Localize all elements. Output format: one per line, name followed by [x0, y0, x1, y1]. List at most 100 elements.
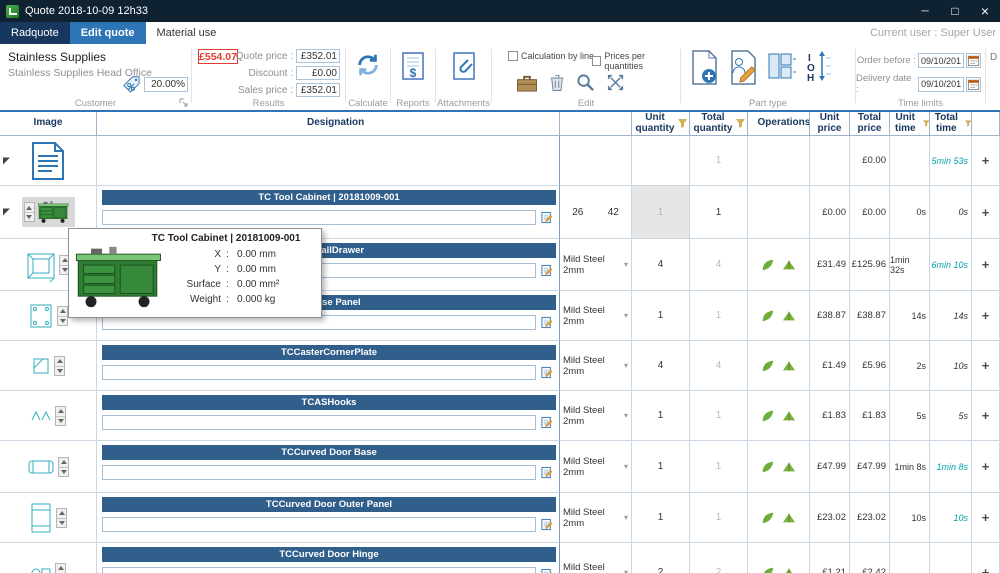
order-before-calendar-button[interactable] — [966, 53, 981, 68]
add-line-cell[interactable] — [972, 441, 1000, 493]
edit-designation-button[interactable] — [539, 414, 555, 430]
tab-material-use[interactable]: Material use — [146, 22, 228, 44]
table-row[interactable]: TCCurved Door Outer Panel Mild Steel 2mm… — [0, 493, 1000, 543]
quantity-stepper[interactable] — [55, 563, 66, 573]
attachments-button[interactable] — [436, 52, 491, 80]
edit-designation-button[interactable] — [539, 209, 555, 225]
order-columns-icon[interactable]: IOH — [806, 50, 832, 82]
toolbox-icon[interactable] — [516, 73, 538, 92]
designation-input[interactable] — [102, 210, 536, 225]
zoom-search-icon[interactable] — [576, 73, 595, 92]
material-cell[interactable]: Mild Steel 2mm — [560, 441, 632, 493]
material-cell[interactable]: Mild Steel 2mm — [560, 341, 632, 391]
assembly-parts-icon[interactable] — [767, 50, 797, 82]
prices-per-quantities-checkbox[interactable]: Prices per quantities — [592, 51, 680, 71]
group-dialog-launcher-icon[interactable] — [179, 98, 188, 107]
table-row[interactable]: 1 £0.00 5min 53s — [0, 136, 1000, 186]
unit-time-header[interactable]: Unit time — [890, 112, 930, 136]
unit-quantity-cell[interactable]: 4 — [632, 239, 690, 291]
delivery-date-input[interactable] — [918, 77, 964, 92]
calculate-button[interactable] — [346, 52, 390, 78]
tree-expander-icon[interactable] — [3, 157, 10, 164]
total-price-header[interactable]: Total price — [850, 112, 890, 136]
expand-arrows-icon[interactable] — [606, 73, 625, 92]
quantity-stepper[interactable] — [57, 306, 68, 326]
designation-input[interactable] — [102, 415, 536, 430]
quantity-stepper[interactable] — [24, 202, 35, 222]
operations-header[interactable]: Operations — [748, 112, 810, 136]
part-type-group: IOH Part type — [681, 44, 855, 110]
add-line-cell[interactable] — [972, 341, 1000, 391]
designation-input[interactable] — [102, 465, 536, 480]
material-cell[interactable]: Mild Steel 2mm — [560, 493, 632, 543]
table-row[interactable]: TCCurved Door Base Mild Steel 2mm 1 1 £4… — [0, 441, 1000, 493]
filter-funnel-icon[interactable] — [965, 119, 971, 128]
discount-value-input[interactable] — [296, 66, 340, 80]
order-before-input[interactable] — [918, 53, 964, 68]
unit-quantity-cell[interactable]: 2 — [632, 543, 690, 573]
quote-price-input[interactable] — [296, 49, 340, 63]
maximize-button[interactable] — [940, 0, 970, 22]
add-line-cell[interactable] — [972, 493, 1000, 543]
material-cell[interactable]: Mild Steel 2mm — [560, 239, 632, 291]
add-line-cell[interactable] — [972, 391, 1000, 441]
edit-designation-button[interactable] — [539, 464, 555, 480]
add-line-cell[interactable] — [972, 136, 1000, 186]
reports-button[interactable]: $ — [391, 52, 435, 80]
tab-radquote[interactable]: Radquote — [0, 22, 70, 44]
sales-price-input[interactable] — [296, 83, 340, 97]
close-button[interactable] — [970, 0, 1000, 22]
add-line-cell[interactable] — [972, 543, 1000, 573]
material-cell[interactable]: Mild Steel 2mm — [560, 291, 632, 341]
delivery-date-calendar-button[interactable] — [966, 77, 981, 92]
cabinet-preview-image — [71, 245, 175, 309]
add-line-cell[interactable] — [972, 291, 1000, 341]
table-row[interactable]: TCCurved Door Hinge Mild Steel 2mm 2 2 £… — [0, 543, 1000, 573]
designation-input[interactable] — [102, 567, 536, 573]
quantity-stepper[interactable] — [54, 356, 65, 376]
edit-part-icon[interactable] — [728, 50, 758, 86]
designation-header[interactable]: Designation — [97, 112, 560, 136]
edit-designation-button[interactable] — [539, 516, 555, 532]
total-time-header[interactable]: Total time — [930, 112, 972, 136]
unit-quantity-cell[interactable]: 1 — [632, 186, 690, 239]
unit-quantity-header[interactable]: Unit quantity — [632, 112, 690, 136]
table-row[interactable]: TCCasterCornerPlate Mild Steel 2mm 4 4 £… — [0, 341, 1000, 391]
table-row[interactable]: TCASHooks Mild Steel 2mm 1 1 £1.83 £1.83… — [0, 391, 1000, 441]
edit-designation-button[interactable] — [539, 566, 555, 573]
designation-input[interactable] — [102, 517, 536, 532]
delete-trash-icon[interactable] — [549, 73, 565, 92]
filter-funnel-icon[interactable] — [736, 119, 745, 128]
calculation-by-line-checkbox[interactable]: Calculation by line — [508, 51, 594, 61]
tab-edit-quote[interactable]: Edit quote — [70, 22, 146, 44]
filter-funnel-icon[interactable] — [923, 119, 929, 128]
edit-designation-button[interactable] — [539, 364, 555, 380]
unit-quantity-cell[interactable]: 1 — [632, 391, 690, 441]
filter-funnel-icon[interactable] — [678, 119, 687, 128]
quantity-stepper[interactable] — [56, 508, 67, 528]
image-header[interactable]: Image — [0, 112, 97, 136]
unit-quantity-cell[interactable]: 1 — [632, 493, 690, 543]
add-line-cell[interactable] — [972, 239, 1000, 291]
add-part-icon[interactable] — [689, 50, 719, 86]
unit-quantity-cell[interactable]: 4 — [632, 341, 690, 391]
discount-input[interactable] — [144, 77, 188, 92]
material-header[interactable] — [560, 112, 632, 136]
edit-form-icon — [541, 416, 554, 429]
tree-expander-icon[interactable] — [3, 209, 10, 216]
unit-quantity-cell[interactable]: 1 — [632, 441, 690, 493]
edit-designation-button[interactable] — [539, 262, 555, 278]
unit-price-header[interactable]: Unit price — [810, 112, 850, 136]
edit-designation-button[interactable] — [539, 314, 555, 330]
total-price-cell: £47.99 — [850, 441, 890, 493]
total-quantity-header[interactable]: Total quantity — [690, 112, 748, 136]
quantity-stepper[interactable] — [58, 457, 69, 477]
quantity-stepper[interactable] — [55, 406, 66, 426]
material-cell[interactable]: Mild Steel 2mm — [560, 391, 632, 441]
add-line-cell[interactable] — [972, 186, 1000, 239]
minimize-button[interactable] — [910, 0, 940, 22]
unit-quantity-cell[interactable]: 1 — [632, 291, 690, 341]
unit-quantity-cell[interactable] — [632, 136, 690, 186]
designation-input[interactable] — [102, 365, 536, 380]
material-cell[interactable]: Mild Steel 2mm — [560, 543, 632, 573]
